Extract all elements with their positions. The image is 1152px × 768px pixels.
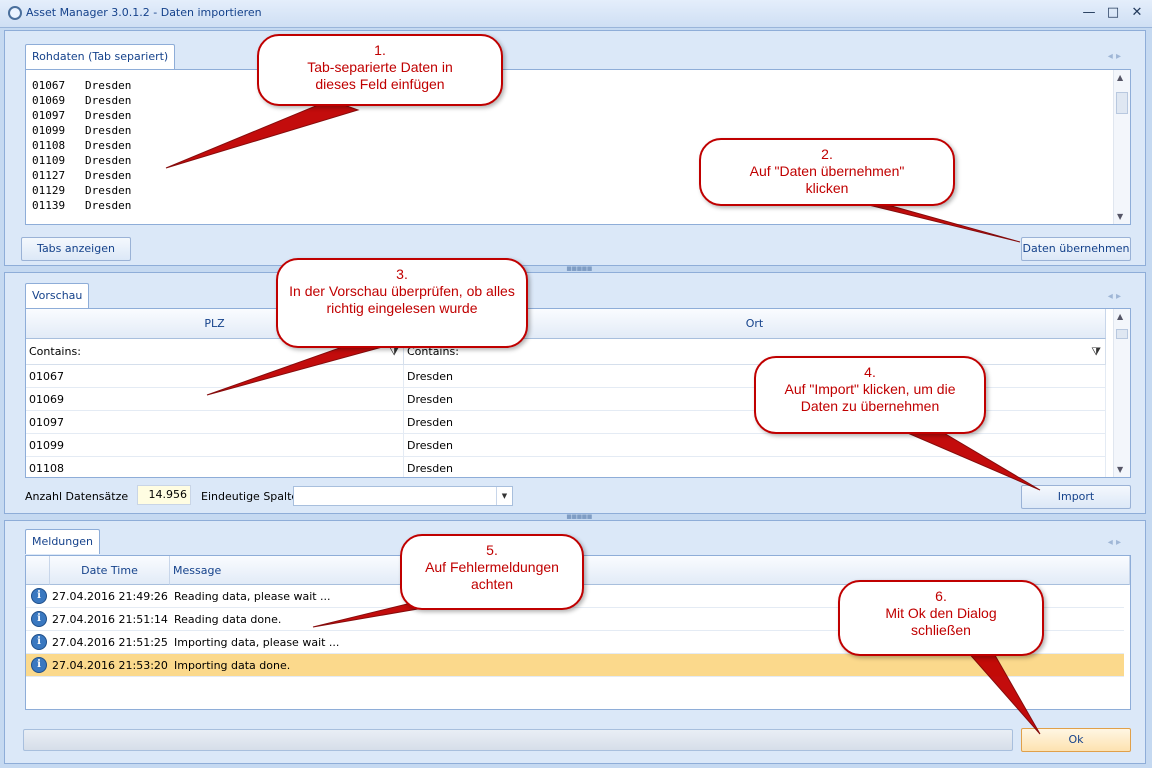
callout-text: Mit Ok den Dialog schließen	[885, 605, 997, 638]
callout-number: 6.	[935, 588, 947, 604]
arrow-4	[895, 425, 1041, 491]
callout-text: Auf "Daten übernehmen" klicken	[749, 163, 905, 196]
arrow-3	[206, 339, 388, 396]
callout-text: In der Vorschau überprüfen, ob alles ric…	[289, 283, 515, 316]
arrow-6	[964, 649, 1041, 735]
arrow-1	[165, 99, 360, 169]
callout-6: 6. Mit Ok den Dialog schließen	[838, 580, 1044, 656]
callout-text: Auf Fehlermeldungen achten	[425, 559, 559, 592]
callout-5: 5. Auf Fehlermeldungen achten	[400, 534, 584, 610]
callout-1: 1. Tab-separierte Daten in dieses Feld ei…	[257, 34, 503, 106]
callout-4: 4. Auf "Import" klicken, um die Daten zu …	[754, 356, 986, 434]
callout-number: 3.	[396, 266, 408, 282]
callout-number: 5.	[486, 542, 498, 558]
callout-2: 2. Auf "Daten übernehmen" klicken	[699, 138, 955, 206]
callout-text: Auf "Import" klicken, um die Daten zu üb…	[784, 381, 956, 414]
callout-number: 2.	[821, 146, 833, 162]
callout-text: Tab-separierte Daten in dieses Feld einf…	[307, 59, 453, 92]
callout-3: 3. In der Vorschau überprüfen, ob alles r…	[276, 258, 528, 348]
callout-number: 4.	[864, 364, 876, 380]
callout-number: 1.	[374, 42, 386, 58]
